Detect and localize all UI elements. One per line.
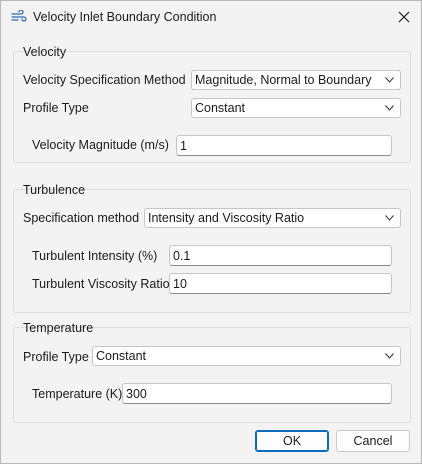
dialog-window: Velocity Inlet Boundary Condition Veloci… xyxy=(0,0,422,464)
temperature-value: 300 xyxy=(126,387,147,401)
dialog-title: Velocity Inlet Boundary Condition xyxy=(33,10,217,24)
close-icon xyxy=(398,11,410,23)
cancel-button[interactable]: Cancel xyxy=(336,430,410,452)
turbulent-viscosity-ratio-field[interactable]: 10 xyxy=(169,273,392,294)
velocity-group: Velocity Velocity Specification Method M… xyxy=(13,45,411,163)
velocity-spec-method-select[interactable]: Magnitude, Normal to Boundary xyxy=(191,70,401,90)
ok-button[interactable]: OK xyxy=(255,430,329,452)
velocity-group-title: Velocity xyxy=(23,45,67,59)
temperature-label: Temperature (K) xyxy=(32,387,123,401)
turbulence-spec-method-select[interactable]: Intensity and Viscosity Ratio xyxy=(144,208,401,228)
velocity-magnitude-field[interactable]: 1 xyxy=(176,135,392,156)
turbulent-intensity-label: Turbulent Intensity (%) xyxy=(32,249,158,263)
turbulent-viscosity-ratio-value: 10 xyxy=(173,277,187,291)
turbulent-intensity-field[interactable]: 0.1 xyxy=(169,245,392,266)
temperature-profile-type-value: Constant xyxy=(96,349,147,363)
close-button[interactable] xyxy=(387,1,421,33)
velocity-magnitude-label: Velocity Magnitude (m/s) xyxy=(32,138,169,152)
velocity-magnitude-value: 1 xyxy=(180,139,187,153)
temperature-group-title: Temperature xyxy=(23,321,94,335)
turbulent-intensity-value: 0.1 xyxy=(173,249,191,263)
velocity-profile-type-label: Profile Type xyxy=(23,101,89,115)
temperature-field[interactable]: 300 xyxy=(122,383,392,404)
turbulence-group: Turbulence Specification method Intensit… xyxy=(13,183,411,313)
chevron-down-icon xyxy=(385,353,394,359)
turbulent-viscosity-ratio-label: Turbulent Viscosity Ratio xyxy=(32,277,170,291)
temperature-profile-type-select[interactable]: Constant xyxy=(92,346,401,366)
turbulence-spec-method-value: Intensity and Viscosity Ratio xyxy=(148,211,305,225)
velocity-profile-type-value: Constant xyxy=(195,101,246,115)
temperature-profile-type-label: Profile Type xyxy=(23,350,89,364)
velocity-spec-method-value: Magnitude, Normal to Boundary xyxy=(195,73,372,87)
turbulence-group-title: Turbulence xyxy=(23,183,86,197)
wind-icon xyxy=(11,10,27,22)
title-bar[interactable]: Velocity Inlet Boundary Condition xyxy=(1,1,421,33)
temperature-group: Temperature Profile Type Constant Temper… xyxy=(13,321,411,423)
velocity-spec-method-label: Velocity Specification Method xyxy=(23,73,186,87)
chevron-down-icon xyxy=(385,77,394,83)
chevron-down-icon xyxy=(385,215,394,221)
velocity-profile-type-select[interactable]: Constant xyxy=(191,98,401,118)
turbulence-spec-method-label: Specification method xyxy=(23,211,140,225)
chevron-down-icon xyxy=(385,105,394,111)
